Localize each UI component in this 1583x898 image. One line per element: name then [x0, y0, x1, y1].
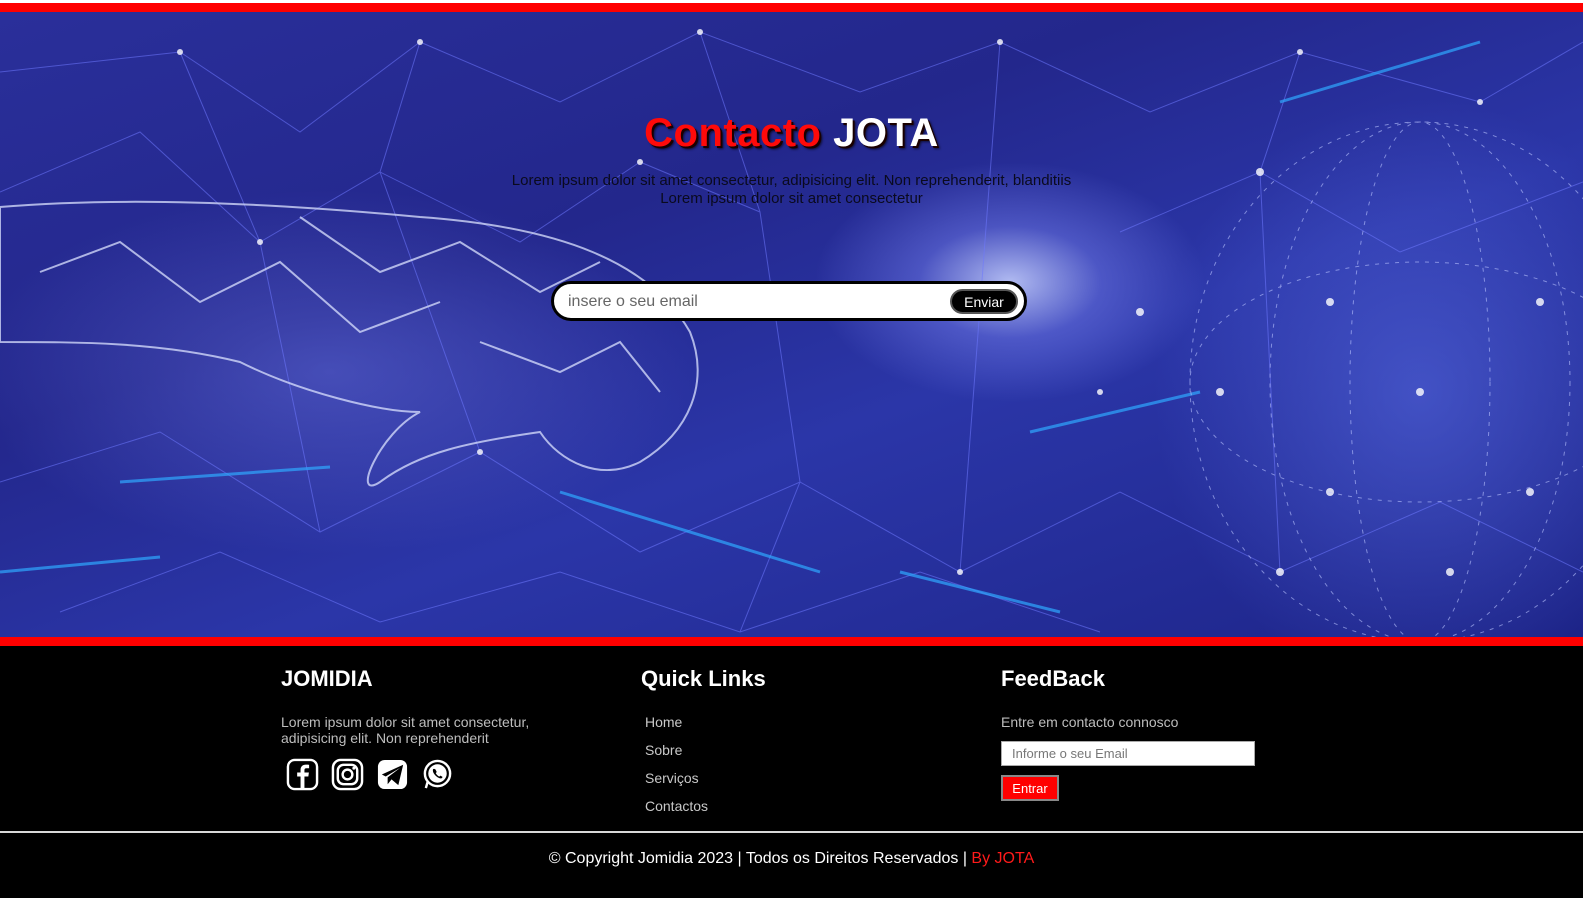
instagram-icon[interactable]	[331, 758, 364, 791]
footer-link-contactos[interactable]: Contactos	[645, 798, 841, 826]
footer-divider	[0, 831, 1583, 833]
footer-brand-column: JOMIDIA Lorem ipsum dolor sit amet conse…	[281, 666, 581, 791]
feedback-text: Entre em contacto connosco	[1001, 714, 1179, 730]
hero-subtitle-line-1: Lorem ipsum dolor sit amet consectetur, …	[511, 172, 1072, 189]
hero-background-network	[0, 29, 1583, 637]
footer: JOMIDIA Lorem ipsum dolor sit amet conse…	[0, 646, 1583, 898]
page-title-white: JOTA	[833, 111, 939, 155]
footer-quick-links-title: Quick Links	[641, 666, 766, 691]
hero-subtitle-line-2: Lorem ipsum dolor sit amet consectetur	[660, 190, 923, 207]
footer-link-servicos[interactable]: Serviços	[645, 770, 841, 798]
page-title: Contacto JOTA	[0, 111, 1583, 156]
footer-link-sobre[interactable]: Sobre	[645, 742, 841, 770]
quick-links-list: Home Sobre Serviços Contactos	[641, 714, 841, 826]
copyright-text: © Copyright Jomidia 2023 | Todos os Dire…	[0, 850, 1583, 868]
send-button[interactable]: Enviar	[950, 289, 1018, 314]
footer-feedback-column: FeedBack Entre em contacto connosco Entr…	[1001, 666, 1271, 801]
footer-brand-title: JOMIDIA	[281, 666, 373, 691]
footer-link-home[interactable]: Home	[645, 714, 841, 742]
telegram-icon[interactable]	[376, 758, 409, 791]
copyright-main: © Copyright Jomidia 2023 | Todos os Dire…	[548, 850, 972, 867]
email-input[interactable]	[568, 290, 938, 314]
page-title-red: Contacto	[644, 111, 822, 155]
feedback-submit-button[interactable]: Entrar	[1001, 775, 1059, 801]
hero-subtitle: Lorem ipsum dolor sit amet consectetur, …	[0, 172, 1583, 208]
hero-section: Contacto JOTA Lorem ipsum dolor sit amet…	[0, 3, 1583, 646]
footer-feedback-title: FeedBack	[1001, 666, 1105, 691]
whatsapp-icon[interactable]	[421, 758, 454, 791]
author-link[interactable]: By JOTA	[971, 850, 1034, 867]
email-subscribe-form: Enviar	[551, 281, 1027, 321]
feedback-email-input[interactable]	[1001, 741, 1255, 766]
footer-brand-text: Lorem ipsum dolor sit amet consectetur, …	[281, 714, 530, 746]
facebook-icon[interactable]	[286, 758, 319, 791]
social-links	[281, 758, 581, 791]
footer-quick-links-column: Quick Links Home Sobre Serviços Contacto…	[641, 666, 841, 826]
